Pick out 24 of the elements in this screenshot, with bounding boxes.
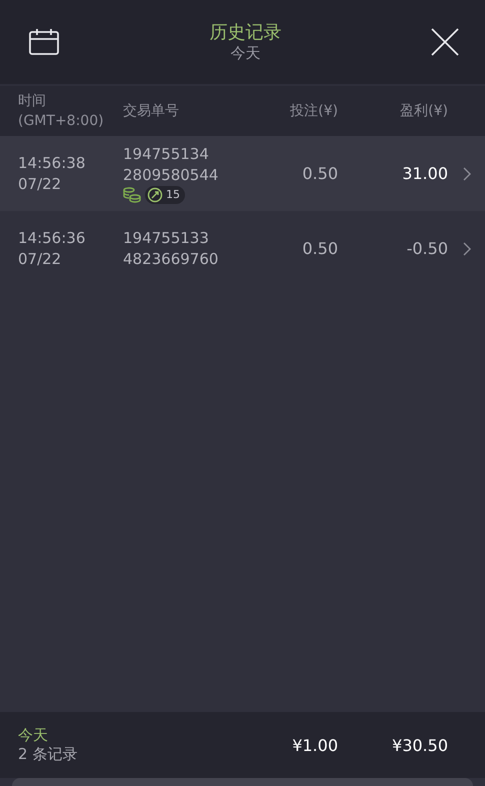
bet-date: 07/22 bbox=[18, 174, 62, 194]
history-row[interactable]: 14:56:38 07/22 194755134 2809580544 15 0.50 31.00 bbox=[0, 136, 485, 211]
bet-date: 07/22 bbox=[18, 248, 62, 270]
bet-time: 14:56:38 bbox=[18, 152, 86, 174]
total-stake: ¥1.00 bbox=[291, 736, 338, 754]
order-number: 194755134 bbox=[123, 144, 210, 164]
total-profit: ¥30.50 bbox=[391, 736, 448, 754]
summary-period: 今天 bbox=[18, 726, 49, 745]
column-header: 投注(¥) bbox=[289, 102, 338, 121]
profit-amount: -0.50 bbox=[406, 239, 448, 258]
bet-time: 14:56:36 bbox=[18, 228, 86, 248]
order-number: 4823669760 bbox=[123, 248, 220, 270]
stake-amount: 0.50 bbox=[301, 164, 338, 183]
page-subtitle: 今天 bbox=[230, 44, 260, 62]
column-header: 交易单号 bbox=[123, 102, 180, 121]
profit-amount: 31.00 bbox=[401, 164, 448, 183]
page-title: 历史记录 bbox=[210, 22, 282, 44]
record-count: 2 条记录 bbox=[18, 745, 78, 764]
stake-amount: 0.50 bbox=[301, 239, 338, 258]
column-header: 时间 (GMT+8:00) bbox=[18, 92, 105, 131]
order-number: 2809580544 bbox=[123, 164, 220, 186]
order-number: 194755133 bbox=[123, 228, 210, 248]
multiplier-badge: 15 bbox=[145, 186, 185, 204]
column-header: 盈利(¥) bbox=[399, 102, 448, 121]
